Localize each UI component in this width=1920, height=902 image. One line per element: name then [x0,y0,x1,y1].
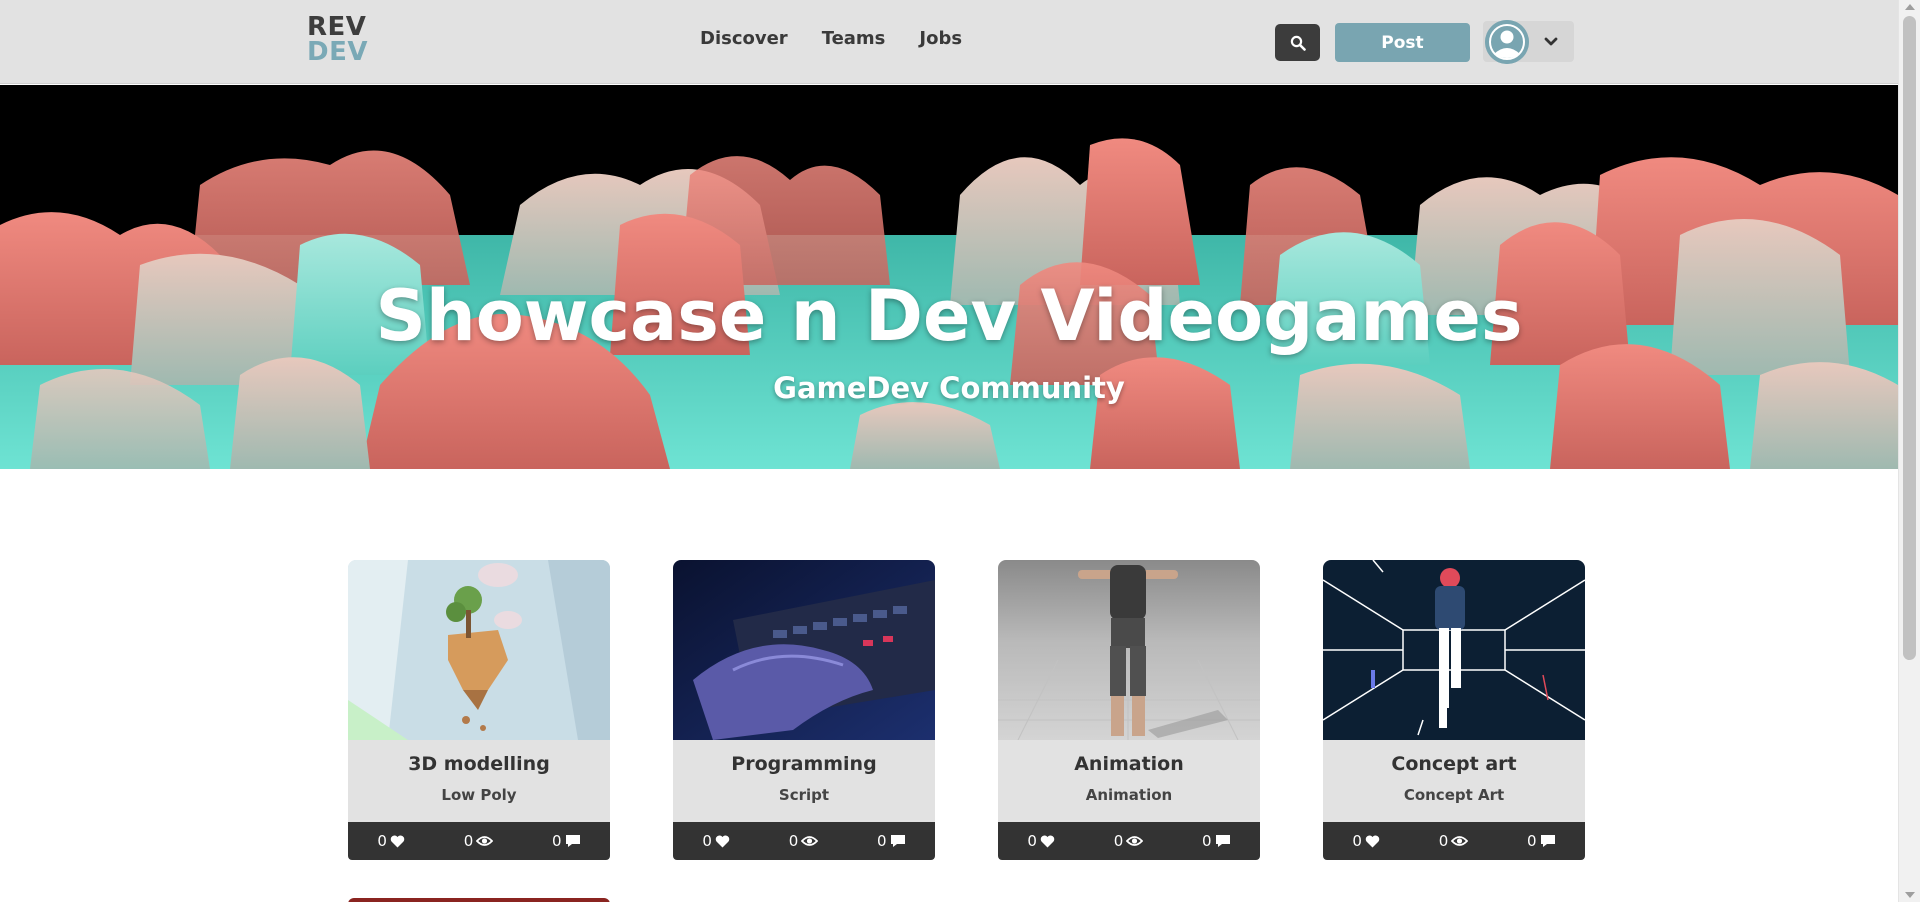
eye-icon [801,836,819,846]
scroll-up-arrow-icon[interactable] [1905,4,1915,10]
revdev-logo[interactable]: REV DEV [307,14,368,67]
scroll-down-arrow-icon[interactable] [1905,892,1915,898]
card-info: Concept art Concept Art [1323,740,1585,822]
likes-count: 0 [1027,832,1037,850]
card-subtitle: Script [778,786,830,804]
likes-stat[interactable]: 0 [377,832,405,850]
views-stat[interactable]: 0 [1114,832,1144,850]
likes-count: 0 [377,832,387,850]
comment-icon [565,835,580,847]
views-count: 0 [788,832,799,850]
card-image-animation [998,560,1260,740]
heart-icon [1040,835,1055,847]
views-stat[interactable]: 0 [789,832,819,850]
nav-discover[interactable]: Discover [700,28,788,49]
heart-icon [715,835,730,847]
hero-subtitle: GameDev Community [773,371,1125,405]
views-count: 0 [463,832,474,850]
views-count: 0 [1113,832,1124,850]
card-programming[interactable]: Programming Script 0 0 0 [673,560,935,860]
views-stat[interactable]: 0 [464,832,494,850]
card-title: 3D modelling [408,753,550,775]
nav-teams[interactable]: Teams [822,28,886,49]
card-subtitle: Low Poly [441,786,517,804]
likes-stat[interactable]: 0 [702,832,730,850]
views-count: 0 [1438,832,1449,850]
card-info: 3D modelling Low Poly [348,740,610,822]
card-info: Animation Animation [998,740,1260,822]
scrollbar-thumb[interactable] [1903,16,1916,660]
user-avatar-icon[interactable] [1485,20,1529,64]
eye-icon [1451,836,1469,846]
category-cards: 3D modelling Low Poly 0 0 0 Programming … [348,560,1586,860]
card-stats: 0 0 0 [1323,822,1585,860]
search-button[interactable] [1275,24,1320,61]
search-icon [1290,35,1306,51]
heart-icon [1365,835,1380,847]
next-card-peek[interactable] [348,898,610,902]
nav-jobs[interactable]: Jobs [919,28,962,49]
comment-icon [1540,835,1555,847]
card-subtitle: Concept Art [1403,786,1505,804]
comments-stat[interactable]: 0 [1202,832,1231,850]
card-concept-art[interactable]: Concept art Concept Art 0 0 0 [1323,560,1585,860]
card-3d-modelling[interactable]: 3D modelling Low Poly 0 0 0 [348,560,610,860]
card-stats: 0 0 0 [998,822,1260,860]
card-info: Programming Script [673,740,935,822]
card-stats: 0 0 0 [348,822,610,860]
post-button[interactable]: Post [1335,23,1470,62]
eye-icon [476,836,494,846]
hero-banner: Showcase n Dev Videogames GameDev Commun… [0,85,1898,469]
views-stat[interactable]: 0 [1439,832,1469,850]
likes-stat[interactable]: 0 [1352,832,1380,850]
likes-count: 0 [702,832,712,850]
card-subtitle: Animation [1085,786,1173,804]
card-title: Programming [731,753,877,775]
comments-stat[interactable]: 0 [1527,832,1556,850]
card-animation[interactable]: Animation Animation 0 0 0 [998,560,1260,860]
comments-count: 0 [1202,832,1212,850]
chevron-down-icon[interactable] [1540,31,1562,53]
comments-stat[interactable]: 0 [877,832,906,850]
card-title: Animation [1074,753,1184,775]
heart-icon [390,835,405,847]
likes-count: 0 [1352,832,1362,850]
main-nav: Discover Teams Jobs [700,28,962,49]
comments-count: 0 [877,832,887,850]
comments-count: 0 [1527,832,1537,850]
card-title: Concept art [1391,753,1517,775]
comments-count: 0 [552,832,562,850]
comment-icon [890,835,905,847]
card-stats: 0 0 0 [673,822,935,860]
card-image-3d-modelling [348,560,610,740]
eye-icon [1126,836,1144,846]
card-image-programming [673,560,935,740]
comments-stat[interactable]: 0 [552,832,581,850]
comment-icon [1215,835,1230,847]
hero-title: Showcase n Dev Videogames [375,275,1523,357]
card-image-concept-art [1323,560,1585,740]
likes-stat[interactable]: 0 [1027,832,1055,850]
page-scrollbar[interactable] [1898,0,1920,902]
top-navigation-bar: REV DEV Discover Teams Jobs Post [0,0,1898,84]
logo-line-2: DEV [307,37,368,67]
